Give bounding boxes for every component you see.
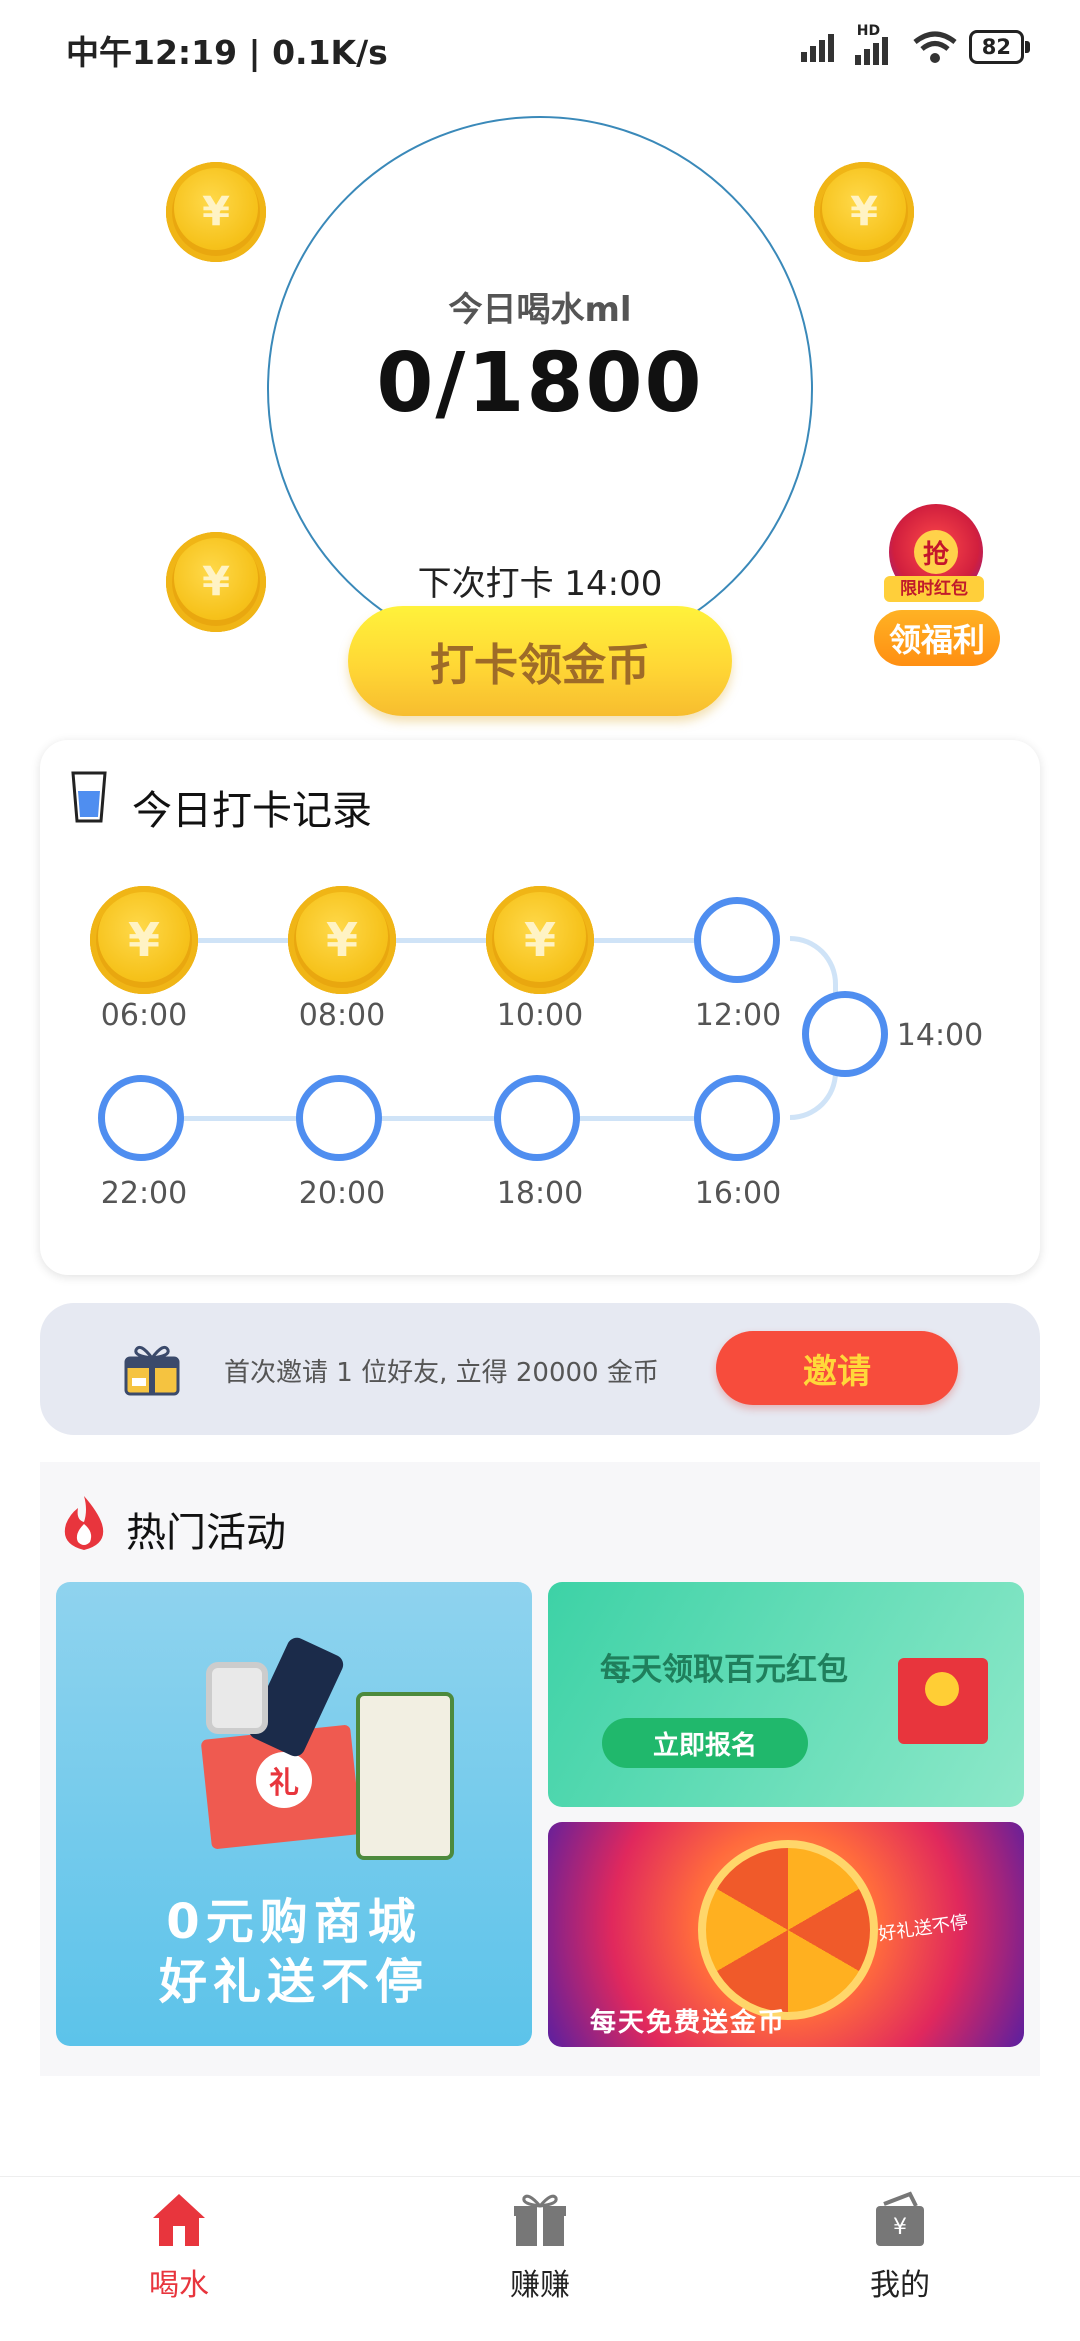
time-label: 22:00: [100, 1176, 188, 1211]
coin-icon: ¥: [814, 162, 914, 262]
grab-badge: 抢: [914, 530, 958, 574]
coin-icon: ¥: [166, 162, 266, 262]
checkin-node-done: ¥: [288, 886, 396, 994]
zero-yuan-mall-banner[interactable]: 礼 0元购商城 好礼送不停: [56, 1582, 532, 2046]
daily-red-packet-banner[interactable]: 每天领取百元红包 立即报名: [548, 1582, 1024, 1807]
coin-illustration: [925, 1672, 959, 1706]
checkin-coin-button[interactable]: 打卡领金币: [348, 606, 732, 716]
time-label: 16:00: [694, 1176, 782, 1211]
today-water-label: 今日喝水ml: [448, 290, 632, 330]
record-title: 今日打卡记录: [132, 788, 372, 834]
wifi-icon: [913, 31, 957, 63]
banner3-side-text: 好礼送不停: [877, 1911, 970, 1946]
checkin-node-pending: [694, 897, 780, 983]
checkin-node-pending: [98, 1075, 184, 1161]
checkin-node-pending: [694, 1075, 780, 1161]
limited-red-packet-tag: 限时红包: [884, 576, 984, 602]
checkin-node-pending: [296, 1075, 382, 1161]
watch-illustration: [206, 1662, 268, 1734]
battery-indicator: 82: [968, 30, 1031, 64]
banner3-text: 每天免费送金币: [590, 2008, 787, 2038]
hot-activities-title: 热门活动: [126, 1510, 286, 1556]
wallet-icon: ¥: [876, 2191, 924, 2246]
nav-label-drink: 喝水: [149, 2268, 209, 2303]
nav-item-drink[interactable]: 喝水: [79, 2190, 279, 2304]
invite-text: 首次邀请 1 位好友, 立得 20000 金币: [224, 1358, 659, 1388]
time-label: 18:00: [496, 1176, 584, 1211]
nav-item-earn[interactable]: 赚赚: [440, 2190, 640, 2304]
signal-icon-2: [854, 37, 888, 65]
invite-button[interactable]: 邀请: [716, 1331, 958, 1405]
fire-icon: [64, 1496, 104, 1550]
gift-icon: [514, 2194, 566, 2246]
home-icon: [153, 2194, 205, 2246]
signup-button[interactable]: 立即报名: [602, 1718, 808, 1768]
checkin-node-done: ¥: [90, 886, 198, 994]
checkin-node-pending: [494, 1075, 580, 1161]
time-label: 06:00: [100, 998, 188, 1033]
time-label: 14:00: [896, 1018, 984, 1053]
svg-text:¥: ¥: [893, 2215, 907, 2240]
nav-item-mine[interactable]: ¥ 我的: [800, 2190, 1000, 2304]
cup-icon: [71, 771, 107, 823]
signal-icon: [800, 34, 834, 62]
time-label: 20:00: [298, 1176, 386, 1211]
time-label: 10:00: [496, 998, 584, 1033]
banner1-line2: 好礼送不停: [158, 1954, 429, 2010]
gift-badge: 礼: [256, 1752, 312, 1808]
timeline-line: [144, 1116, 740, 1121]
time-label: 08:00: [298, 998, 386, 1033]
banner2-title: 每天领取百元红包: [600, 1652, 848, 1688]
nav-label-earn: 赚赚: [510, 2268, 570, 2303]
time-label: 12:00: [694, 998, 782, 1033]
rice-bag-illustration: [356, 1692, 454, 1860]
status-icons: HD 82: [800, 23, 1031, 68]
lucky-wheel-illustration: [698, 1840, 878, 2020]
timeline-line: [144, 938, 740, 943]
free-coin-wheel-banner[interactable]: 好礼送不停 每天免费送金币: [548, 1822, 1024, 2047]
nav-label-mine: 我的: [870, 2268, 930, 2303]
status-time: 中午12:19 | 0.1K/s: [66, 33, 388, 72]
today-water-value: 0/1800: [376, 336, 704, 431]
gift-icon: [124, 1345, 180, 1396]
welfare-button[interactable]: 领福利: [874, 610, 1000, 666]
checkin-node-done: ¥: [486, 886, 594, 994]
